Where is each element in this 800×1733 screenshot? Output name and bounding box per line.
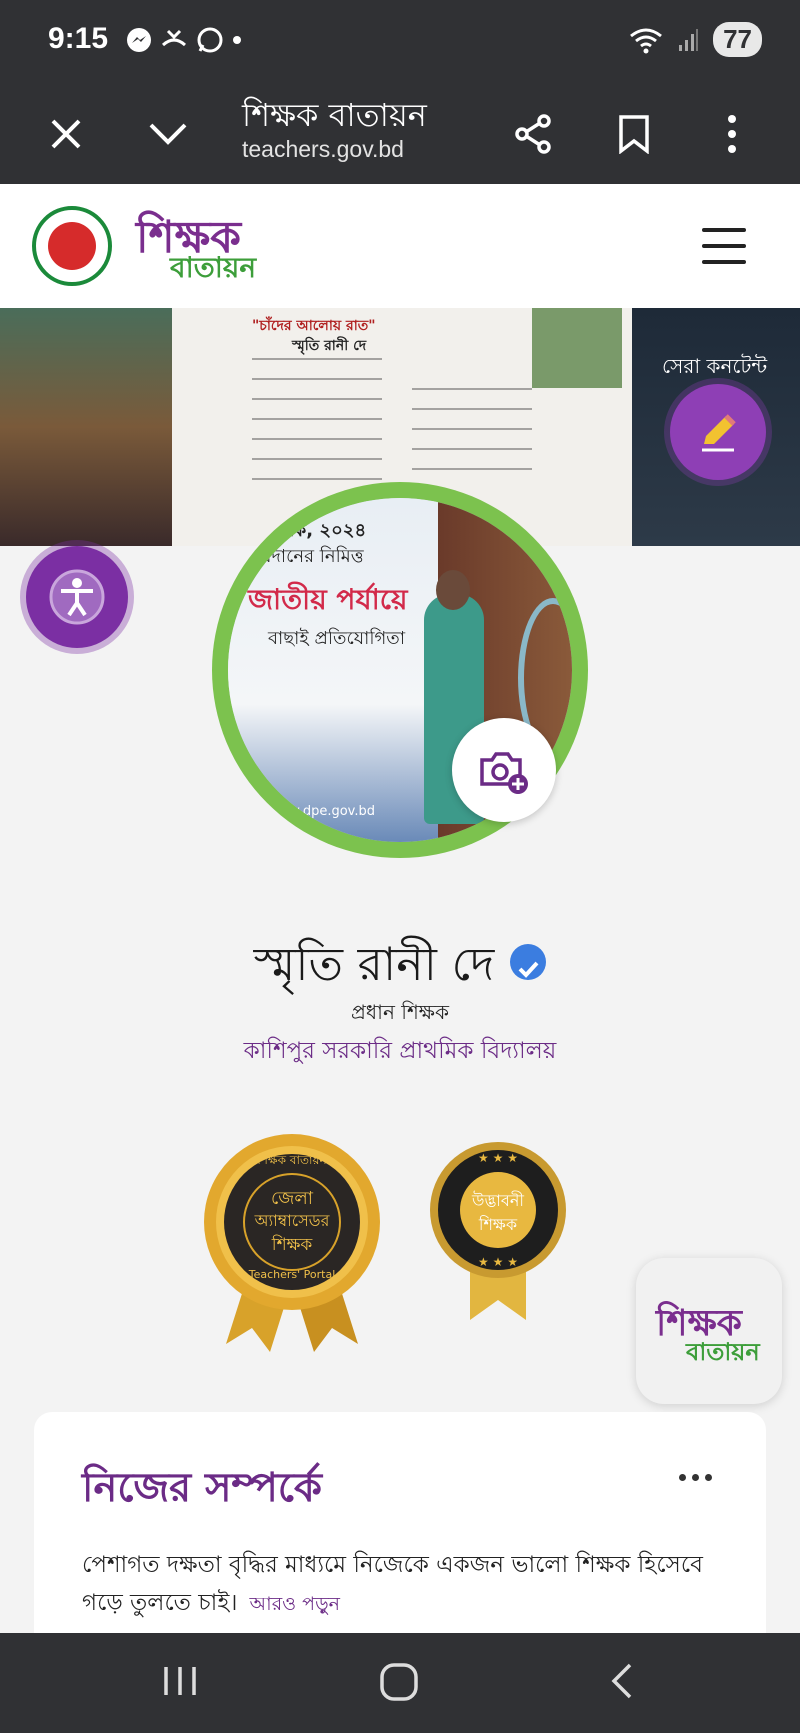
whatsapp-icon xyxy=(197,27,223,53)
innovative-badge-line2: শিক্ষক xyxy=(478,1215,518,1234)
about-text: পেশাগত দক্ষতা বৃদ্ধির মাধ্যমে নিজেকে একজ… xyxy=(82,1546,722,1623)
chevron-down-icon xyxy=(149,123,187,145)
about-text-body: পেশাগত দক্ষতা বৃদ্ধির মাধ্যমে নিজেকে একজ… xyxy=(82,1552,703,1616)
system-icons: 77 xyxy=(629,22,762,57)
camera-add-icon xyxy=(480,752,528,794)
svg-text:★ ★ ★: ★ ★ ★ xyxy=(478,1151,518,1165)
photo-banner-footer: www.dpe.gov.bd xyxy=(268,804,375,819)
brand-floating-button[interactable]: শিক্ষক বাতায়ন xyxy=(636,1258,782,1404)
brand-logo-bottom[interactable]: বাতায়ন xyxy=(170,246,256,293)
notification-icons xyxy=(126,26,242,54)
ambassador-badge-line3: শিক্ষক xyxy=(271,1235,313,1255)
profile-name: স্মৃতি রানী দে xyxy=(0,930,800,1006)
more-horiz-icon xyxy=(679,1474,686,1481)
dot-icon xyxy=(233,36,241,44)
hamburger-icon xyxy=(702,228,746,232)
cover-banner-text: সেরা কনটেন্ট xyxy=(662,354,768,378)
close-icon xyxy=(51,119,81,149)
share-icon xyxy=(515,114,551,154)
battery-indicator: 77 xyxy=(713,22,762,57)
minimize-button[interactable] xyxy=(138,104,198,164)
verified-icon xyxy=(510,944,547,980)
photo-banner-line3: জাতীয় পর্যায়ে xyxy=(248,583,408,616)
pencil-icon xyxy=(702,414,736,452)
accessibility-icon xyxy=(49,569,105,625)
recent-apps-icon xyxy=(164,1667,196,1695)
change-photo-button[interactable] xyxy=(452,718,556,822)
ambassador-badge-arc-top: শিক্ষক বাতায়ন xyxy=(257,1153,327,1167)
fab-brand-bottom: বাতায়ন xyxy=(686,1337,760,1366)
profile-name-text: স্মৃতি রানী দে xyxy=(253,937,495,991)
profile-designation: প্রধান শিক্ষক xyxy=(351,1000,449,1024)
ambassador-badge[interactable]: শিক্ষক বাতায়ন জেলা অ্যাম্বাসেডর শিক্ষক … xyxy=(202,1132,382,1352)
svg-text:★ ★ ★: ★ ★ ★ xyxy=(478,1255,518,1269)
bookmark-icon xyxy=(619,115,649,154)
hamburger-menu-button[interactable] xyxy=(702,228,746,264)
ambassador-badge-arc-bottom: Teachers' Portal xyxy=(248,1268,336,1281)
innovative-teacher-badge[interactable]: ★ ★ ★ ★ ★ ★ উদ্ভাবনী শিক্ষক xyxy=(428,1140,568,1320)
share-button[interactable] xyxy=(504,104,564,164)
wifi-icon xyxy=(630,28,663,53)
missed-call-icon xyxy=(161,29,187,47)
more-vert-icon xyxy=(728,115,736,153)
page-url[interactable]: teachers.gov.bd xyxy=(242,136,404,163)
back-icon xyxy=(611,1663,632,1699)
recent-apps-button[interactable] xyxy=(160,1661,220,1705)
about-title: নিজের সম্পর্কে xyxy=(82,1464,322,1511)
bookmark-button[interactable] xyxy=(604,104,664,164)
innovative-badge-line1: উদ্ভাবনী xyxy=(472,1191,524,1210)
photo-banner-line2: প্রদানের নিমিত্ত xyxy=(258,546,364,567)
status-bar: 9:15 77 xyxy=(0,0,800,84)
profile-school[interactable]: কাশিপুর সরকারি প্রাথমিক বিদ্যালয় xyxy=(0,1032,800,1071)
read-more-link[interactable]: আরও পড়ুন xyxy=(250,1593,340,1615)
close-tab-button[interactable] xyxy=(36,104,96,164)
edit-cover-button[interactable] xyxy=(670,384,766,480)
site-header: শিক্ষক বাতায়ন xyxy=(0,184,800,308)
government-logo[interactable] xyxy=(32,206,112,286)
signal-icon xyxy=(679,28,699,51)
browser-toolbar: শিক্ষক বাতায়ন teachers.gov.bd xyxy=(0,84,800,184)
messenger-icon xyxy=(127,28,151,52)
back-button[interactable] xyxy=(606,1661,666,1705)
poem-author: স্মৃতি রানী দে xyxy=(292,338,367,354)
home-button[interactable] xyxy=(378,1661,438,1705)
about-more-button[interactable] xyxy=(679,1474,712,1481)
system-navigation-bar xyxy=(0,1633,800,1733)
ambassador-badge-line2: অ্যাম্বাসেডর xyxy=(254,1211,330,1230)
accessibility-button[interactable] xyxy=(26,546,128,648)
home-icon xyxy=(380,1663,418,1701)
photo-banner-line4: বাছাই প্রতিযোগিতা xyxy=(268,628,406,649)
status-time: 9:15 xyxy=(48,22,109,55)
more-options-button[interactable] xyxy=(702,104,762,164)
